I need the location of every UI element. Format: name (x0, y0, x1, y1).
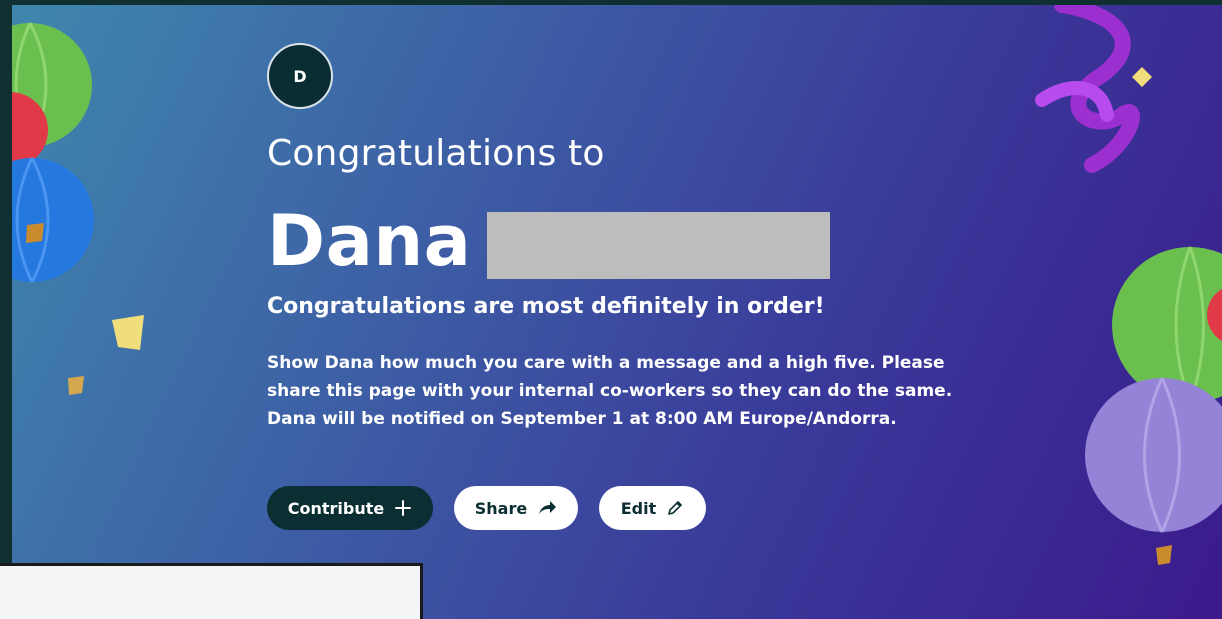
confetti-decoration (1132, 67, 1152, 87)
subheading: Congratulations are most definitely in o… (267, 294, 825, 319)
pencil-icon (666, 499, 684, 517)
plus-icon (394, 499, 412, 517)
redacted-last-name (487, 211, 831, 279)
contribute-button[interactable]: Contribute (267, 486, 433, 530)
avatar: D (267, 43, 333, 109)
description-line: share this page with your internal co-wo… (267, 381, 953, 401)
confetti-decoration (68, 376, 84, 395)
share-arrow-icon (537, 499, 557, 517)
share-label: Share (474, 498, 528, 518)
celebration-banner: D Congratulations to Dana Congratulation… (12, 5, 1222, 619)
confetti-decoration (26, 223, 44, 243)
description-line: Show Dana how much you care with a messa… (267, 353, 945, 373)
description: Show Dana how much you care with a messa… (267, 349, 967, 433)
contribute-label: Contribute (287, 498, 385, 518)
recipient-name: Dana (267, 200, 472, 282)
recipient-name-row: Dana (267, 200, 831, 282)
confetti-decoration (112, 315, 144, 350)
share-button[interactable]: Share (454, 486, 578, 530)
edit-label: Edit (620, 498, 657, 518)
page-heading: Congratulations to (267, 133, 605, 174)
description-line: Dana will be notified on September 1 at … (267, 409, 897, 429)
confetti-decoration (1156, 545, 1172, 565)
overlay-panel (0, 563, 423, 619)
edit-button[interactable]: Edit (599, 486, 706, 530)
